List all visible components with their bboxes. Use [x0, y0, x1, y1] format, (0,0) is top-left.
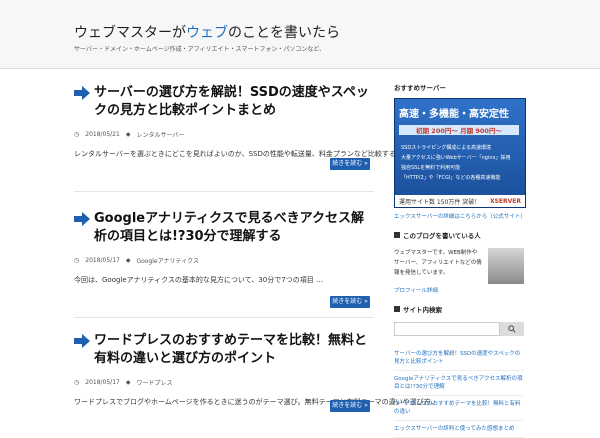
ad-heading: おすすめサーバー — [394, 84, 446, 92]
profile-widget: ウェブマスターです。WEB制作やサーバー、アフィリエイトなどの情報を発信していま… — [394, 248, 524, 284]
site-header: ウェブマスターがウェブのことを書いたら サーバー・ドメイン・ホームページ作成・ア… — [0, 0, 600, 69]
tag-icon: ◆ — [125, 131, 131, 138]
search-box — [394, 322, 524, 336]
recent-posts: サーバーの選び方を解説！SSDの速度やスペックの見方と比較ポイント Google… — [394, 346, 524, 438]
post-category[interactable]: Googleアナリティクス — [136, 256, 199, 265]
post-title[interactable]: サーバーの選び方を解説！SSDの速度やスペックの見方と比較ポイントまとめ — [74, 84, 374, 120]
banner-brand: XSERVER — [489, 197, 521, 205]
post-category[interactable]: ワードプレス — [136, 378, 172, 387]
post-item: サーバーの選び方を解説！SSDの速度やスペックの見方と比較ポイントまとめ ◷ 2… — [74, 84, 434, 192]
banner-headline: 高速・多機能・高安定性 — [399, 109, 509, 120]
arrow-right-icon — [74, 334, 90, 348]
read-more-button[interactable]: 続きを読む » — [330, 400, 370, 412]
square-icon — [394, 306, 400, 312]
recent-post-link[interactable]: サーバーの選び方を解説！SSDの速度やスペックの見方と比較ポイント — [394, 346, 524, 371]
search-title: サイト内検索 — [394, 304, 524, 314]
post-divider — [74, 191, 374, 192]
tag-icon: ◆ — [125, 379, 131, 386]
post-date: 2018/05/17 — [85, 379, 120, 386]
post-meta: ◷ 2018/05/17 ◆ Googleアナリティクス — [74, 256, 374, 265]
search-icon — [508, 325, 516, 333]
profile-title-text: このブログを書いている人 — [403, 232, 481, 240]
clock-icon: ◷ — [74, 257, 80, 264]
post-excerpt: ワードプレスでブログやホームページを作るときに迷うのがテーマ選び。無料テーマと有… — [74, 398, 434, 406]
post-category[interactable]: レンタルサーバー — [136, 130, 184, 139]
square-icon — [394, 232, 400, 238]
site-title-part-2: ウェブ — [186, 25, 228, 41]
post-meta: ◷ 2018/05/21 ◆ レンタルサーバー — [74, 130, 374, 139]
clock-icon: ◷ — [74, 379, 80, 386]
banner-feature: 大量アクセスに強いWebサーバー「nginx」採用 — [401, 155, 511, 161]
post-excerpt: レンタルサーバーを選ぶときにどこを見ればよいのか、SSDの性能や転送量、料金プラ… — [74, 150, 434, 158]
profile-link[interactable]: プロフィール詳細 — [394, 286, 524, 294]
search-input[interactable] — [394, 322, 500, 336]
site-title-part-1: ウェブマスターが — [74, 25, 186, 41]
banner-footer: 運用サイト数 150万件 突破！ XSERVER — [395, 195, 525, 207]
post-title-text: ワードプレスのおすすめテーマを比較！無料と有料の違いと選び方のポイント — [94, 333, 368, 366]
post-title[interactable]: Googleアナリティクスで見るべきアクセス解析の項目とは!?30分で理解する — [74, 210, 374, 246]
banner-feature: 「HTTP/2」や「FCGI」などの各種高速機能 — [401, 175, 501, 181]
avatar — [488, 248, 524, 284]
sidebar: おすすめサーバー 高速・多機能・高安定性 初期 200円〜 月額 900円〜 S… — [394, 82, 526, 438]
clock-icon: ◷ — [74, 131, 80, 138]
post-date: 2018/05/17 — [85, 257, 120, 264]
post-date: 2018/05/21 — [85, 131, 120, 138]
ad-link[interactable]: エックスサーバーの詳細はこちらから（公式サイト） — [394, 212, 524, 220]
arrow-right-icon — [74, 86, 90, 100]
recent-post-link[interactable]: エックスサーバーの評判と使ってみた感想まとめ — [394, 421, 524, 438]
arrow-right-icon — [74, 212, 90, 226]
search-title-text: サイト内検索 — [403, 306, 442, 314]
post-item: Googleアナリティクスで見るべきアクセス解析の項目とは!?30分で理解する … — [74, 210, 374, 318]
post-meta: ◷ 2018/05/17 ◆ ワードプレス — [74, 378, 374, 387]
post-divider — [74, 317, 374, 318]
post-item: ワードプレスのおすすめテーマを比較！無料と有料の違いと選び方のポイント ◷ 20… — [74, 332, 434, 412]
read-more-button[interactable]: 続きを読む » — [330, 158, 370, 170]
post-title-text: サーバーの選び方を解説！SSDの速度やスペックの見方と比較ポイントまとめ — [94, 85, 369, 118]
banner-feature: 独自SSLを無料で利用可能 — [401, 165, 461, 171]
xserver-banner[interactable]: 高速・多機能・高安定性 初期 200円〜 月額 900円〜 SSDストライピング… — [394, 98, 526, 208]
post-title-text: Googleアナリティクスで見るべきアクセス解析の項目とは!?30分で理解する — [94, 211, 365, 244]
post-title[interactable]: ワードプレスのおすすめテーマを比較！無料と有料の違いと選び方のポイント — [74, 332, 374, 368]
search-button[interactable] — [500, 322, 524, 336]
profile-title: このブログを書いている人 — [394, 230, 524, 240]
banner-price: 初期 200円〜 月額 900円〜 — [399, 125, 519, 135]
banner-features: SSDストライピング構成による高速環境 大量アクセスに強いWebサーバー「ngi… — [401, 143, 510, 183]
banner-feature: SSDストライピング構成による高速環境 — [401, 145, 492, 151]
site-title[interactable]: ウェブマスターがウェブのことを書いたら — [74, 22, 340, 42]
site-description: サーバー・ドメイン・ホームページ作成・アフィリエイト・スマートフォン・パソコンな… — [74, 46, 324, 53]
profile-text: ウェブマスターです。WEB制作やサーバー、アフィリエイトなどの情報を発信していま… — [394, 250, 482, 276]
post-excerpt: 今回は、Googleアナリティクスの基本的な見方について、30分で7つの項目 … — [74, 276, 323, 284]
banner-count: 運用サイト数 150万件 突破！ — [399, 198, 481, 206]
recent-post-link[interactable]: Googleアナリティクスで見るべきアクセス解析の項目とは!?30分で理解 — [394, 371, 524, 396]
read-more-button[interactable]: 続きを読む » — [330, 296, 370, 308]
tag-icon: ◆ — [125, 257, 131, 264]
site-title-part-3: のことを書いたら — [228, 25, 340, 41]
post-list: サーバーの選び方を解説！SSDの速度やスペックの見方と比較ポイントまとめ ◷ 2… — [74, 84, 434, 412]
